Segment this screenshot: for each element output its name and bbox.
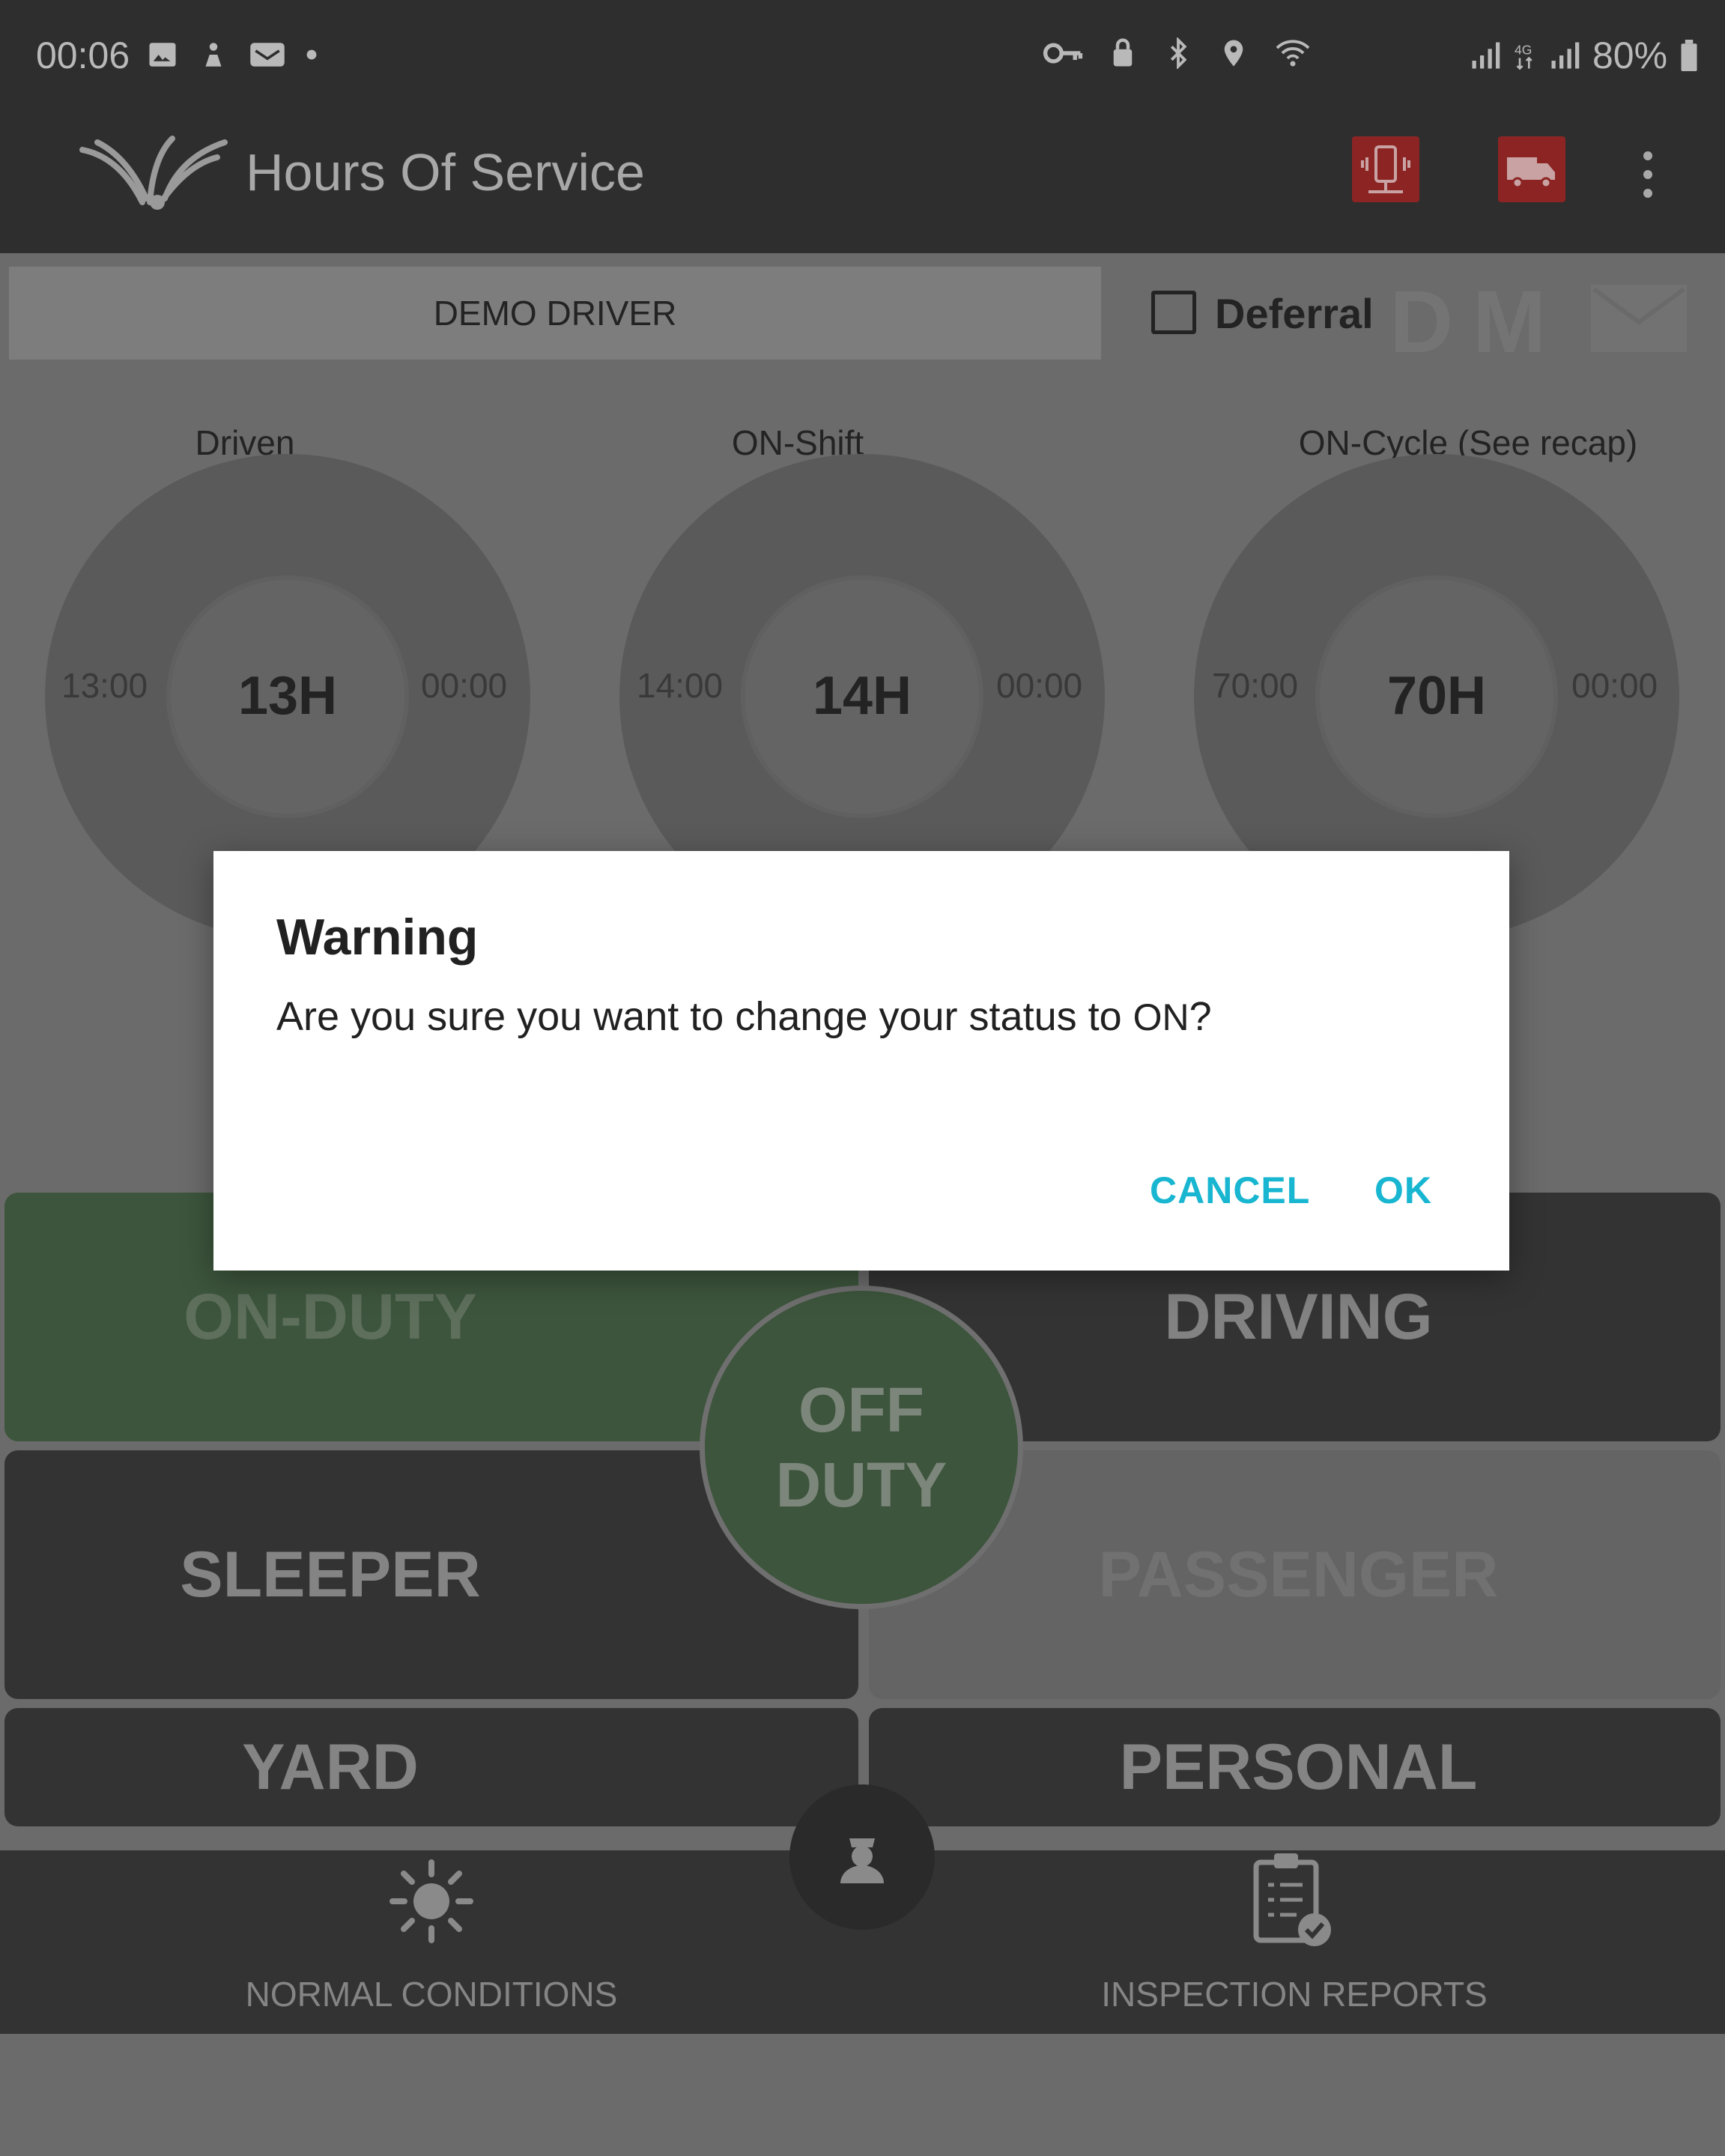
gauge-driven-left-value: 13:00 [61,666,148,705]
lock-icon [1113,38,1133,67]
gauge-on-cycle-center-value: 70H [1386,666,1487,726]
gauge-on-cycle-right-value: 00:00 [1571,666,1658,705]
svg-text:4G: 4G [1515,42,1532,57]
status-bar: 00:06 4G 80% [0,0,1725,112]
driving-label: DRIVING [1164,1280,1433,1353]
inspection-reports-label: INSPECTION REPORTS [1101,1975,1488,2014]
signal-icon [1472,42,1500,69]
dialog-message-end: ? [1189,994,1212,1039]
gallery-icon [149,43,176,67]
status-time: 00:06 [36,34,130,76]
deferral-checkbox[interactable] [1151,291,1196,334]
mode-d-indicator[interactable]: D [1389,271,1453,373]
location-icon [1224,40,1243,67]
bluetooth-icon [1170,37,1187,69]
normal-conditions-label: NORMAL CONDITIONS [245,1975,618,2014]
notification-icon [205,43,222,67]
mail-app-icon [250,43,285,67]
dialog-status-value: ON [1133,996,1189,1038]
gauge-on-shift-left-value: 14:00 [637,666,724,705]
vehicle-button[interactable] [1498,136,1565,202]
personal-label: PERSONAL [1119,1730,1478,1803]
sun-icon [389,1859,473,1943]
dialog-message: Are you sure you want to change your sta… [276,993,1212,1040]
overflow-menu-icon[interactable] [1633,148,1663,201]
status-icons-right: 4G 80% [1470,34,1699,77]
warning-dialog: Warning Are you sure you want to change … [213,851,1509,1271]
yard-button[interactable]: YARD [4,1708,858,1826]
personal-button[interactable]: PERSONAL [869,1708,1721,1826]
vpn-key-icon [1043,43,1083,64]
app-title: Hours Of Service [246,143,645,202]
device-connection-icon [1361,145,1410,193]
signal-icon [1551,42,1580,69]
passenger-label: PASSENGER [1098,1538,1499,1611]
app-bar: Hours Of Service [0,112,1725,253]
4g-icon: 4G [1515,42,1533,70]
wifi-icon [1276,40,1310,67]
officer-mode-button[interactable] [789,1784,935,1930]
clipboard-check-icon [1253,1853,1331,1946]
off-duty-label-line2: DUTY [775,1450,948,1520]
mode-m-indicator[interactable]: M [1473,271,1546,373]
off-duty-label-line1: OFF [798,1375,924,1445]
dot-icon [306,49,317,60]
battery-percent: 80% [1592,34,1668,76]
yard-label: YARD [242,1730,419,1803]
dialog-message-text: Are you sure you want to change your sta… [276,994,1133,1039]
cancel-button[interactable]: CANCEL [1150,1169,1310,1212]
sleeper-label: SLEEPER [180,1538,481,1611]
ok-button[interactable]: OK [1374,1169,1432,1212]
dialog-title: Warning [276,909,479,966]
gauge-driven-center-value: 13H [237,666,338,726]
status-icons-mid [1043,37,1312,69]
truck-icon [1507,157,1555,189]
device-connection-button[interactable] [1352,136,1419,202]
normal-conditions-button[interactable]: NORMAL CONDITIONS [0,1850,863,2034]
mail-icon[interactable] [1588,277,1690,357]
gauge-driven-right-value: 00:00 [421,666,508,705]
gauge-on-cycle-left-value: 70:00 [1212,666,1299,705]
deferral-label: Deferral [1215,290,1374,337]
officer-icon [840,1838,884,1883]
gauge-on-shift-right-value: 00:00 [996,666,1083,705]
status-icons-left [147,39,318,70]
off-duty-button[interactable]: OFF DUTY [700,1286,1023,1609]
driver-name-bar[interactable]: DEMO DRIVER [9,267,1101,360]
on-duty-label: ON-DUTY [184,1280,477,1353]
eagle-logo-icon [79,136,228,210]
battery-icon [1681,40,1697,71]
gauge-on-shift-center-value: 14H [812,666,912,726]
inspection-reports-button[interactable]: INSPECTION REPORTS [863,1850,1725,2034]
